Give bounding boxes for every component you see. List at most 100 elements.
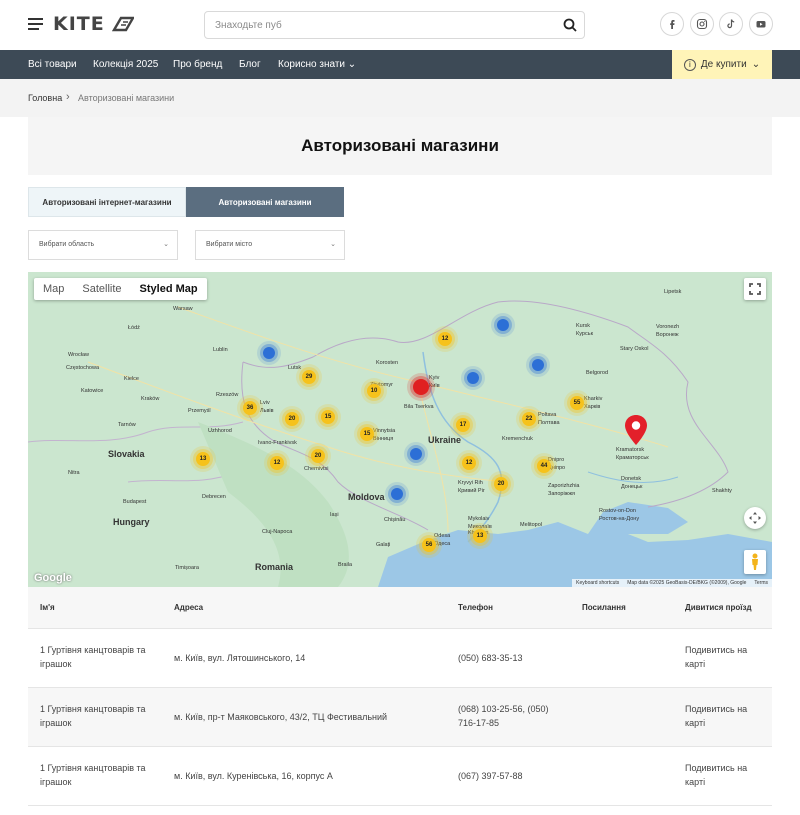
map-type-map[interactable]: Map [34,278,73,300]
youtube-icon[interactable] [749,12,773,36]
store-name: 1 Гуртівня канцтоварів та іграшок [40,763,146,787]
view-on-map-link[interactable]: Подивитись на карті [685,761,765,789]
view-on-map-link[interactable]: Подивитись на карті [685,643,765,671]
place-label: Львів [260,408,274,414]
place-label: Ivano-Frankivsk [258,440,297,446]
store-cluster-marker[interactable]: 20 [494,477,508,491]
place-label: Wrocław [68,352,89,358]
store-cluster-marker[interactable]: 12 [270,456,284,470]
nav-item-collection-2025[interactable]: Колекція 2025 [93,59,158,70]
store-cluster-marker[interactable]: 12 [462,456,476,470]
street-view-pegman-icon[interactable] [744,550,766,574]
map-type-styled[interactable]: Styled Map [131,278,207,300]
map-base [28,272,772,587]
place-label: Kremenchuk [502,436,533,442]
camera-control-icon[interactable] [744,507,766,529]
nav-item-useful[interactable]: Корисно знати ⌄ [278,59,356,70]
tab-online-stores[interactable]: Авторизовані інтернет-магазини [28,187,186,217]
city-select[interactable]: Вибрати місто ⌄ [195,230,345,260]
facebook-icon[interactable] [660,12,684,36]
map-data-text: Map data ©2025 GeoBasis-DE/BKG (©2009), … [627,580,747,586]
place-label: Debrecen [202,494,226,500]
place-label: Lublin [213,347,228,353]
store-cluster-marker[interactable]: 15 [360,427,374,441]
column-header-address: Адреса [174,603,204,612]
store-address: м. Київ, пр-т Маяковського, 43/2, ТЦ Фес… [174,712,388,722]
store-cluster-marker[interactable]: 15 [321,410,335,424]
store-cluster-marker[interactable]: 20 [311,449,325,463]
store-address: м. Київ, вул. Куренівська, 16, корпус А [174,771,333,781]
place-label: Rostov-on-Don [599,508,636,514]
place-label: Kharkiv [584,396,603,402]
store-marker-blue[interactable] [532,359,544,371]
store-cluster-marker[interactable]: 22 [522,412,536,426]
fullscreen-icon[interactable] [744,278,766,300]
store-cluster-marker[interactable]: 20 [285,412,299,426]
store-name: 1 Гуртівня канцтоварів та іграшок [40,645,146,669]
google-logo: Google [34,572,72,584]
store-cluster-marker[interactable]: 10 [367,384,381,398]
instagram-icon[interactable] [690,12,714,36]
search-icon[interactable] [562,17,578,33]
store-marker-blue[interactable] [263,347,275,359]
place-label: Київ [429,383,440,389]
place-label: Kramatorsk [616,447,645,453]
region-select[interactable]: Вибрати область ⌄ [28,230,178,260]
logo[interactable]: KITE [53,13,135,35]
nav-item-blog[interactable]: Блог [239,59,261,70]
map-type-satellite[interactable]: Satellite [73,278,130,300]
place-label: Lutsk [288,365,302,371]
store-cluster-marker[interactable]: 13 [196,452,210,466]
place-label: Запоріжжя [548,491,576,497]
site-header: KITE [0,0,800,50]
view-on-map-link[interactable]: Подивитись на карті [685,702,765,730]
place-label: Zaporizhzhia [548,483,580,489]
store-cluster-marker[interactable]: 55 [570,396,584,410]
store-cluster-marker[interactable]: 29 [302,370,316,384]
column-header-phone: Телефон [458,603,493,612]
place-label: Częstochowa [66,365,100,371]
store-cluster-marker[interactable]: 44 [537,459,551,473]
store-cluster-marker-kyiv[interactable] [413,379,429,395]
place-label: Romania [255,562,294,572]
map-type-control: Map Satellite Styled Map [34,278,207,300]
place-label: Shakhty [712,488,732,494]
store-marker-blue[interactable] [391,488,403,500]
place-label: Вінниця [373,436,394,442]
place-label: Харків [584,404,601,410]
menu-icon[interactable] [28,18,43,30]
place-label: Stary Oskol [620,346,649,352]
store-cluster-marker[interactable]: 36 [243,401,257,415]
place-label: Slovakia [108,449,145,459]
table-row: 1 Гуртівня канцтоварів та іграшок м. Киї… [28,688,772,747]
chevron-down-icon: ⌄ [163,241,169,248]
store-marker-blue[interactable] [467,372,479,384]
store-address: м. Київ, вул. Лятошинського, 14 [174,653,306,663]
store-cluster-marker[interactable]: 17 [456,418,470,432]
chevron-down-icon: ⌄ [751,59,761,70]
where-to-buy-button[interactable]: i Де купити ⌄ [672,50,772,79]
store-marker-blue[interactable] [410,448,422,460]
tiktok-icon[interactable] [719,12,743,36]
store-cluster-marker[interactable]: 56 [422,538,436,552]
place-label: Ростов-на-Дону [599,516,640,522]
terms-link[interactable]: Terms [754,579,768,587]
tab-authorized-stores[interactable]: Авторизовані магазини [186,187,344,217]
breadcrumb-home[interactable]: Головна [28,93,62,103]
search-input[interactable] [205,12,545,38]
place-label: Donetsk [621,476,642,482]
map-pin-icon[interactable] [624,414,648,446]
place-label: Poltava [538,412,557,418]
store-cluster-marker[interactable]: 12 [438,332,452,346]
store-cluster-marker[interactable]: 13 [473,529,487,543]
nav-item-about-brand[interactable]: Про бренд [173,59,222,70]
place-label: Timișoara [175,565,199,571]
nav-item-all-products[interactable]: Всі товари [28,59,77,70]
table-row: 1 Гуртівня канцтоварів та іграшок м. Киї… [28,747,772,806]
store-map[interactable]: Map Satellite Styled Map Warsaw Łódź Lub… [28,272,772,587]
column-header-route: Дивитися проїзд [685,603,752,612]
place-label: Kielce [124,376,139,382]
keyboard-shortcuts-link[interactable]: Keyboard shortcuts [576,579,619,587]
store-marker-blue[interactable] [497,319,509,331]
place-label: Katowice [81,388,104,394]
